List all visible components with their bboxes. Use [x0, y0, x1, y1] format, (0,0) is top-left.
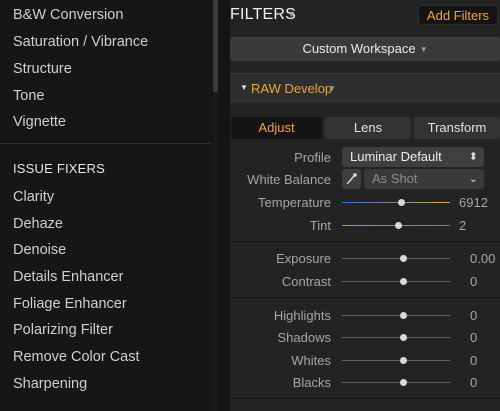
tint-slider-handle[interactable] [394, 222, 402, 229]
filter-item-polarizing-filter[interactable]: Polarizing Filter [13, 322, 113, 338]
whites-slider-handle[interactable] [400, 357, 408, 364]
exposure-value[interactable]: 0.00 [470, 251, 495, 266]
tab-lens[interactable]: Lens [325, 117, 411, 139]
raw-develop-header[interactable]: ▼ RAW Develop ▼ [230, 73, 500, 103]
chevron-down-icon: ⌄ [468, 173, 478, 185]
filter-item-clarity[interactable]: Clarity [13, 189, 54, 205]
filter-item-sharpening[interactable]: Sharpening [13, 376, 87, 392]
highlights-value[interactable]: 0 [470, 308, 477, 323]
tab-transform[interactable]: Transform [414, 117, 500, 139]
temperature-value[interactable]: 6912 [459, 195, 488, 210]
filter-item-bw-conversion[interactable]: B&W Conversion [13, 7, 123, 23]
section-divider [0, 143, 211, 144]
eyedropper-icon[interactable] [342, 169, 361, 189]
exposure-label: Exposure [276, 251, 331, 266]
highlights-slider-handle[interactable] [400, 312, 408, 319]
filter-item-structure[interactable]: Structure [13, 61, 72, 77]
filter-item-remove-color-cast[interactable]: Remove Color Cast [13, 349, 140, 365]
shadows-label: Shadows [277, 330, 331, 345]
white-balance-select[interactable]: As Shot ⌄ [364, 169, 484, 189]
updown-arrows-icon: ⬍ [468, 151, 478, 163]
whites-slider[interactable] [342, 360, 450, 361]
shadows-value[interactable]: 0 [470, 330, 477, 345]
filters-panel: FILTERS ▼ Add Filters Custom Workspace ▼ … [230, 0, 500, 411]
contrast-slider-handle[interactable] [400, 278, 408, 285]
filter-item-vignette[interactable]: Vignette [13, 114, 66, 130]
blacks-slider-handle[interactable] [400, 379, 408, 386]
highlights-label: Highlights [273, 308, 331, 323]
exposure-slider-handle[interactable] [400, 255, 408, 262]
filter-item-foliage-enhancer[interactable]: Foliage Enhancer [13, 296, 127, 312]
temperature-slider-handle[interactable] [397, 199, 405, 206]
contrast-slider[interactable] [342, 281, 450, 282]
tab-adjust[interactable]: Adjust [231, 117, 322, 139]
shadows-slider-handle[interactable] [400, 334, 408, 341]
whites-value[interactable]: 0 [470, 353, 477, 368]
add-filters-button[interactable]: Add Filters [418, 5, 498, 25]
section-title-issue-fixers: ISSUE FIXERS [13, 161, 105, 176]
blacks-slider[interactable] [342, 382, 450, 383]
chevron-down-icon: ▼ [419, 45, 428, 54]
section-divider [230, 297, 500, 298]
temperature-label: Temperature [258, 195, 331, 210]
section-divider [230, 241, 500, 242]
chevron-down-icon[interactable]: ▼ [328, 84, 336, 93]
tint-value[interactable]: 2 [459, 218, 466, 233]
blacks-label: Blacks [292, 375, 331, 390]
exposure-slider[interactable] [342, 258, 450, 259]
raw-develop-tabs: Adjust Lens Transform [230, 117, 500, 139]
triangle-down-icon[interactable]: ▼ [240, 83, 248, 92]
profile-label: Profile [294, 150, 331, 165]
highlights-slider[interactable] [342, 315, 450, 316]
chevron-down-icon[interactable]: ▼ [287, 9, 296, 19]
filter-item-dehaze[interactable]: Dehaze [13, 216, 63, 232]
section-divider [230, 398, 500, 399]
filter-catalog: B&W Conversion Saturation / Vibrance Str… [0, 0, 213, 411]
filter-item-details-enhancer[interactable]: Details Enhancer [13, 269, 123, 285]
profile-select[interactable]: Luminar Default ⬍ [342, 147, 484, 167]
contrast-value[interactable]: 0 [470, 274, 477, 289]
profile-value: Luminar Default [350, 149, 442, 164]
whites-label: Whites [291, 353, 331, 368]
blacks-value[interactable]: 0 [470, 375, 477, 390]
panel-gutter [218, 0, 230, 411]
filter-item-tone[interactable]: Tone [13, 88, 44, 104]
workspace-label: Custom Workspace [302, 41, 416, 56]
raw-develop-title: RAW Develop [251, 81, 333, 96]
filter-item-saturation-vibrance[interactable]: Saturation / Vibrance [13, 34, 148, 50]
temperature-slider[interactable] [342, 202, 450, 203]
tint-label: Tint [309, 218, 331, 233]
luminar-filters-window: B&W Conversion Saturation / Vibrance Str… [0, 0, 500, 411]
workspace-dropdown[interactable]: Custom Workspace ▼ [230, 37, 500, 61]
white-balance-label: White Balance [247, 172, 331, 187]
shadows-slider[interactable] [342, 337, 450, 338]
filter-item-denoise[interactable]: Denoise [13, 242, 66, 258]
white-balance-value: As Shot [372, 171, 418, 186]
contrast-label: Contrast [281, 274, 331, 289]
